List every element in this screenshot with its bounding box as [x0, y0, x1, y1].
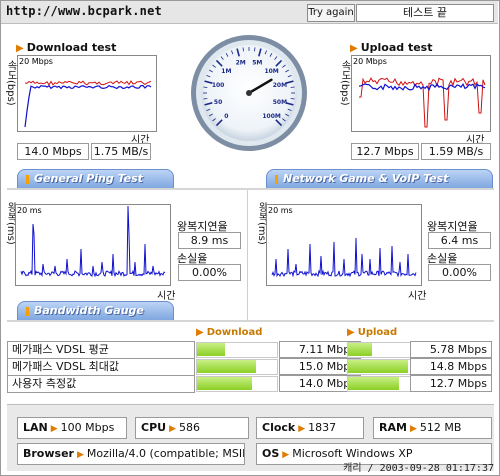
arrow-icon: ▶ [16, 43, 24, 54]
ping-graph: 20 ms [15, 204, 171, 286]
upload-value: 5.78 Mbps [410, 341, 492, 358]
upload-mbs: 1.59 MB/s [421, 143, 491, 160]
upload-ylabel: 속도(bps) [339, 60, 350, 106]
download-title: ▶ Download test [16, 41, 117, 54]
gauge-label: 20M [273, 82, 287, 89]
gauge-tick [290, 86, 295, 88]
gauge-tick [254, 47, 256, 52]
divider [7, 320, 494, 322]
arrow-icon: ▶ [50, 424, 58, 434]
ping-xlabel: 시간 [157, 291, 176, 302]
arrow-icon: ▶ [409, 424, 417, 434]
divider-vertical [247, 190, 248, 320]
tab-general-ping[interactable]: General Ping Test [17, 169, 174, 188]
ping-rtt-value: 8.9 ms [178, 232, 241, 249]
status-box: 테스트 끝 [356, 4, 494, 22]
download-bar [197, 343, 225, 356]
upload-bar [348, 377, 399, 390]
gauge-tick [290, 98, 295, 100]
game-scale: 20 ms [268, 206, 293, 215]
bandwidth-row-label: 메가패스 VDSL 평균 [7, 341, 195, 359]
browser-info: Browser▶Mozilla/4.0 (compatible; MSIE 6.… [17, 443, 245, 465]
arrow-icon: ▶ [169, 424, 176, 434]
gauge-hub [246, 90, 252, 96]
upload-title: ▶ Upload test [350, 41, 433, 54]
download-header: ▶ Download [196, 327, 263, 338]
upload-mbps: 12.7 Mbps [351, 143, 419, 160]
arrow-icon: ▶ [350, 43, 358, 54]
gauge-label: 100M [262, 113, 281, 120]
game-loss-value: 0.00% [428, 264, 491, 281]
lan-info: LAN ▶ 100 Mbps [17, 417, 127, 439]
arrow-icon: ▶ [298, 424, 306, 434]
download-bar [197, 360, 256, 373]
upload-bar [348, 360, 408, 373]
gauge-label: 2M [236, 60, 246, 67]
gauge-tick [203, 98, 208, 100]
arrow-icon: ▶ [196, 327, 204, 338]
speed-gauge: 050 100 1M 2M 5M10M 20M 50M 100M [191, 35, 307, 151]
download-mbs: 1.75 MB/s [91, 143, 151, 160]
bandwidth-row-label: 사용자 측정값 [7, 375, 195, 393]
arrow-icon: ▶ [76, 450, 84, 460]
upload-header: ▶ Upload [347, 327, 398, 338]
cpu-info: CPU ▶ 586 [135, 417, 249, 439]
ram-info: RAM ▶ 512 MB [373, 417, 492, 439]
download-scale: 20 Mbps [19, 57, 53, 66]
gauge-label: 10M [264, 68, 278, 75]
ping-loss-value: 0.00% [178, 264, 241, 281]
gauge-label: 50 [214, 99, 222, 106]
footer-timestamp: 캐리 / 2003-09-28 01:17:37 [343, 463, 494, 474]
bandwidth-row-label: 메가패스 VDSL 최대값 [7, 358, 195, 376]
game-xlabel: 시간 [408, 291, 427, 302]
arrow-icon: ▶ [282, 450, 290, 460]
upload-graph: 20 Mbps [351, 55, 491, 132]
gauge-label: 100 [212, 82, 225, 89]
gauge-tick [242, 47, 244, 52]
download-bar [197, 377, 252, 390]
gauge-label: 1M [221, 68, 231, 75]
site-url: http://www.bcpark.net [6, 4, 162, 18]
game-rtt-value: 6.4 ms [428, 232, 491, 249]
try-again-button[interactable]: Try again [307, 4, 355, 22]
tab-network-game[interactable]: Network Game & VoIP Test [266, 169, 493, 188]
upload-bar [348, 343, 372, 356]
upload-value: 14.8 Mbps [410, 358, 492, 375]
download-ylabel: 속도(bps) [5, 60, 16, 106]
upload-value: 12.7 Mbps [410, 375, 492, 392]
gauge-label: 0 [224, 113, 228, 120]
divider [7, 188, 494, 190]
gauge-tick [203, 86, 208, 88]
upload-scale: 20 Mbps [353, 57, 387, 66]
download-graph: 20 Mbps [17, 55, 157, 132]
tab-bandwidth-gauge[interactable]: Bandwidth Gauge [17, 301, 174, 320]
gauge-label: 5M [252, 60, 262, 67]
ping-scale: 20 ms [17, 206, 42, 215]
game-graph: 20 ms [266, 204, 422, 286]
clock-info: Clock▶1837 MHz [256, 417, 364, 455]
arrow-icon: ▶ [347, 327, 355, 338]
download-mbps: 14.0 Mbps [17, 143, 89, 160]
gauge-label: 50M [273, 99, 287, 106]
